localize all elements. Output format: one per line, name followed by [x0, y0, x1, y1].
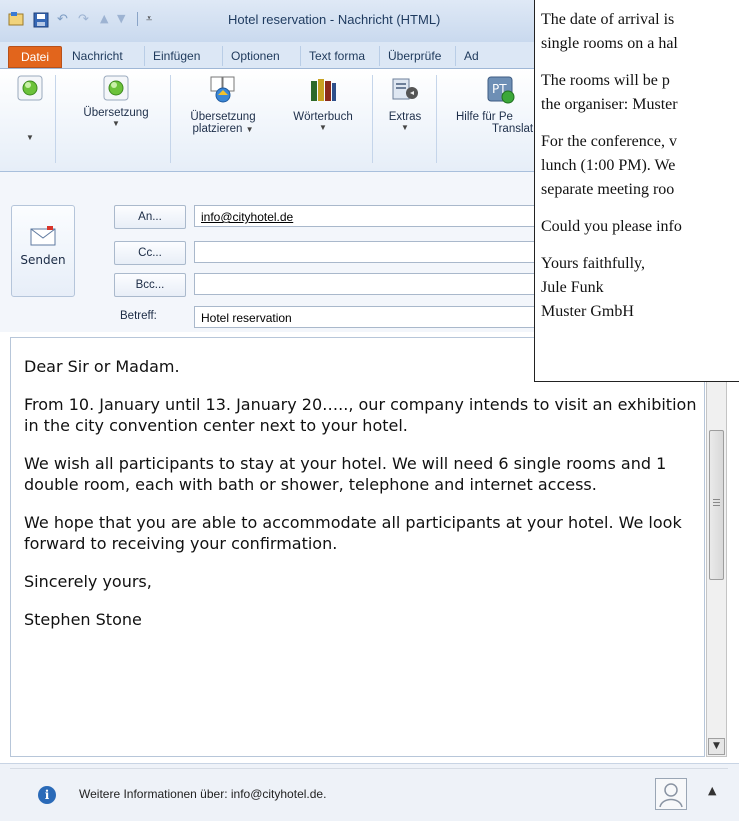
translate-label: Übersetzung [83, 107, 149, 119]
translate-button[interactable]: Übersetzung ▼ [68, 75, 164, 128]
outlook-compose-window: ↶ ↷ ▲ ▼ ⩡ Hotel reservation - Nachricht … [0, 0, 739, 821]
place-translation-label: Übersetzung [190, 111, 256, 123]
translate-icon [210, 76, 235, 103]
ribbon-divider [55, 75, 56, 163]
overlay-text: The date of arrival is single rooms on a… [541, 0, 682, 324]
place-translation-button[interactable]: Übersetzung platzieren ▼ [175, 75, 271, 135]
tab-textformat[interactable]: Text forma [300, 46, 373, 66]
overlay-line: lunch (1:00 PM). We [541, 157, 676, 174]
place-translation-label-line2: platzieren [192, 123, 243, 135]
overlay-line: single rooms on a hal [541, 35, 678, 52]
translation-help-button[interactable]: PT Hilfe für Pe Translat [448, 75, 548, 135]
overlay-letter-snippet: The date of arrival is single rooms on a… [534, 0, 739, 382]
overlay-line: Yours faithfully, [541, 255, 646, 272]
dictionary-label: Wörterbuch [293, 111, 353, 123]
chevron-down-icon: ▼ [112, 119, 120, 128]
overlay-line: Could you please info [541, 218, 682, 235]
customize-qa-icon[interactable]: ⩡ [146, 12, 152, 28]
chevron-down-icon: ▼ [26, 133, 34, 142]
redo-icon[interactable]: ↷ [78, 12, 89, 28]
send-label: Senden [20, 253, 66, 267]
circle-icon [103, 75, 129, 101]
overlay-line: Muster GmbH [541, 303, 634, 320]
ribbon-divider [372, 75, 373, 163]
circle-icon [17, 75, 43, 101]
chevron-down-icon: ▼ [319, 123, 327, 132]
qa-divider [137, 12, 138, 26]
scrollbar-thumb[interactable] [709, 430, 724, 580]
translation-help-label: Hilfe für Pe [456, 111, 513, 123]
place-translation-label-2: platzieren ▼ [175, 123, 271, 135]
extras-label: Extras [388, 111, 422, 123]
tab-einfuegen[interactable]: Einfügen [144, 46, 208, 66]
chevron-up-icon[interactable]: ▲ [708, 784, 716, 797]
translation-help-label-2: Translat [492, 123, 534, 135]
overlay-line: the organiser: Muster [541, 96, 678, 113]
to-button[interactable]: An... [114, 205, 186, 229]
grip-line [713, 499, 720, 500]
overlay-line: For the conference, v [541, 133, 677, 150]
subject-label: Betreff: [120, 310, 157, 322]
body-paragraph: We hope that you are able to accommodate… [24, 513, 682, 553]
cc-button[interactable]: Cc... [114, 241, 186, 265]
ribbon-divider [170, 75, 171, 163]
message-body-text[interactable]: Dear Sir or Madam. From 10. January unti… [24, 356, 700, 647]
ribbon-divider [436, 75, 437, 163]
arrow-up-icon[interactable]: ▲ [100, 12, 108, 28]
green-status-button[interactable]: ▼ [16, 75, 44, 142]
bcc-button[interactable]: Bcc... [114, 273, 186, 297]
tab-nachricht[interactable]: Nachricht [64, 46, 131, 66]
send-icon [30, 226, 56, 246]
outlook-app-icon[interactable] [8, 12, 26, 28]
tab-add-ins[interactable]: Ad [455, 46, 487, 66]
undo-icon[interactable]: ↶ [57, 12, 68, 28]
save-icon[interactable] [33, 12, 49, 28]
body-paragraph: Sincerely yours, [24, 572, 152, 591]
tab-ueberpruefen[interactable]: Überprüfe [379, 46, 449, 66]
send-button[interactable]: Senden [11, 205, 75, 297]
body-paragraph: We wish all participants to stay at your… [24, 454, 667, 494]
body-paragraph: Stephen Stone [24, 610, 142, 629]
arrow-down-icon[interactable]: ▼ [117, 12, 125, 28]
dictionary-button[interactable]: Wörterbuch ▼ [282, 75, 364, 132]
scroll-down-icon[interactable]: ▼ [708, 738, 725, 755]
help-icon: PT [487, 76, 515, 104]
info-text[interactable]: Weitere Informationen über: info@cityhot… [79, 787, 326, 801]
overlay-line: The date of arrival is [541, 11, 675, 28]
books-icon [311, 79, 336, 101]
window-title: Hotel reservation - Nachricht (HTML) [228, 12, 441, 27]
divider [10, 768, 728, 769]
to-recipient[interactable]: info@cityhotel.de [201, 210, 293, 224]
extras-button[interactable]: Extras ▼ [380, 75, 430, 132]
tab-datei[interactable]: Datei [8, 46, 63, 68]
grip-line [713, 502, 720, 503]
grip-line [713, 505, 720, 506]
info-icon: i [38, 786, 56, 804]
overlay-line: separate meeting roo [541, 181, 675, 198]
chevron-down-icon: ▼ [401, 123, 409, 132]
person-avatar-icon[interactable] [655, 778, 687, 810]
tools-icon [392, 78, 418, 100]
body-paragraph: From 10. January until 13. January 20…..… [24, 395, 697, 435]
chevron-down-icon: ▼ [245, 125, 254, 134]
overlay-line: Jule Funk [541, 279, 604, 296]
tab-optionen[interactable]: Optionen [222, 46, 288, 66]
overlay-line: The rooms will be p [541, 72, 670, 89]
person-icon [659, 783, 683, 808]
vertical-scrollbar[interactable]: ▼ [706, 337, 727, 757]
